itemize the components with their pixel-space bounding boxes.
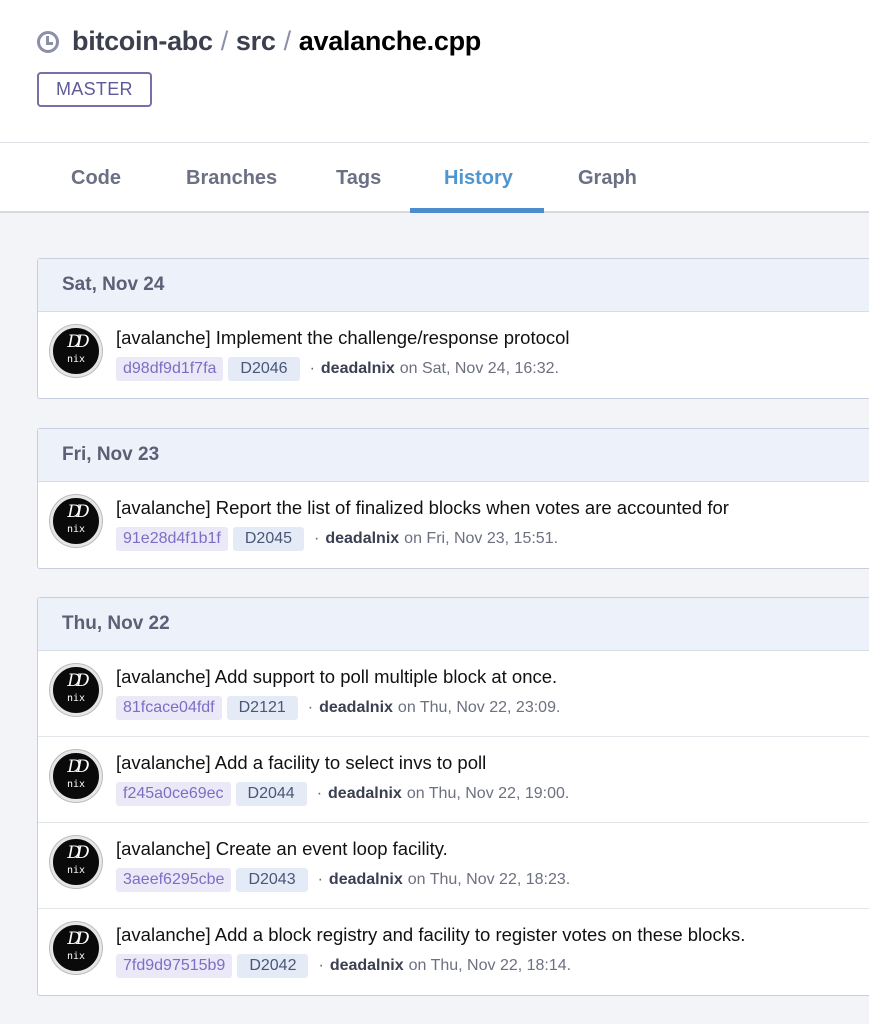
- avatar-monogram: DD: [67, 757, 89, 777]
- commit-row: DD nix [avalanche] Add a block registry an…: [38, 909, 869, 995]
- avatar-monogram: DD: [67, 332, 89, 352]
- revision-link[interactable]: D2043: [236, 868, 308, 892]
- author-link[interactable]: deadalnix: [328, 785, 402, 803]
- commit-row: DD nix [avalanche] Create an event loop fa…: [38, 823, 869, 909]
- author-link[interactable]: deadalnix: [319, 699, 393, 717]
- avatar[interactable]: DD nix: [50, 495, 102, 547]
- author-link[interactable]: deadalnix: [329, 871, 403, 889]
- avatar-label: nix: [66, 865, 86, 876]
- group-date: Sat, Nov 24: [62, 274, 165, 295]
- meta-separator: ·: [317, 871, 323, 888]
- commit-date: on Fri, Nov 23, 15:51.: [404, 530, 559, 547]
- commit-group: Thu, Nov 22 DD nix [avalanche] Add support …: [37, 597, 869, 996]
- commit-meta: 7fd9d97515b9 D2042 · deadalnix on Thu, Nov 2…: [116, 954, 571, 978]
- group-date: Thu, Nov 22: [62, 613, 170, 634]
- commit-date: on Thu, Nov 22, 18:14.: [408, 957, 572, 974]
- avatar-monogram: DD: [67, 671, 89, 691]
- history-clock-icon: [37, 30, 59, 53]
- page-header: bitcoin-abc / src / avalanche.cpp MASTER: [0, 0, 869, 143]
- repo-tabs: Code Branches Tags History Graph: [0, 143, 869, 213]
- commit-message[interactable]: [avalanche] Implement the challenge/resp…: [116, 327, 570, 349]
- commit-message[interactable]: [avalanche] Report the list of finalized…: [116, 497, 729, 519]
- commit-hash-link[interactable]: 91e28d4f1b1f: [116, 527, 228, 551]
- commit-row: DD nix [avalanche] Add a facility to selec…: [38, 737, 869, 823]
- commit-date: on Sat, Nov 24, 16:32.: [399, 360, 559, 377]
- avatar-monogram: DD: [67, 929, 89, 949]
- commit-date: on Thu, Nov 22, 19:00.: [406, 785, 570, 802]
- commit-meta: 3aeef6295cbe D2043 · deadalnix on Thu, Nov 2…: [116, 868, 570, 892]
- breadcrumb-separator: /: [220, 26, 229, 56]
- branch-button[interactable]: MASTER: [37, 72, 152, 107]
- commit-group: Fri, Nov 23 DD nix [avalanche] Report the l…: [37, 428, 869, 569]
- breadcrumb-separator: /: [283, 26, 292, 56]
- avatar[interactable]: DD nix: [50, 325, 102, 377]
- group-date-header: Sat, Nov 24: [38, 259, 869, 312]
- commit-hash-link[interactable]: d98df9d1f7fa: [116, 357, 224, 381]
- commit-row: DD nix [avalanche] Report the list of fina…: [38, 482, 869, 568]
- tab-graph[interactable]: Graph: [578, 167, 637, 190]
- meta-separator: ·: [318, 957, 324, 974]
- revision-link[interactable]: D2121: [226, 696, 298, 720]
- avatar[interactable]: DD nix: [50, 750, 102, 802]
- commit-message[interactable]: [avalanche] Add a block registry and fac…: [116, 924, 745, 946]
- author-link[interactable]: deadalnix: [330, 957, 404, 975]
- avatar-label: nix: [66, 779, 86, 790]
- commit-row: DD nix [avalanche] Implement the challenge…: [38, 312, 869, 398]
- commit-message[interactable]: [avalanche] Create an event loop facilit…: [116, 838, 448, 860]
- avatar[interactable]: DD nix: [50, 922, 102, 974]
- commit-hash-link[interactable]: 7fd9d97515b9: [116, 954, 233, 978]
- revision-link[interactable]: D2044: [235, 782, 307, 806]
- commit-date: on Thu, Nov 22, 18:23.: [407, 871, 571, 888]
- commit-meta: 91e28d4f1b1f D2045 · deadalnix on Fri, Nov 2…: [116, 527, 558, 551]
- group-date-header: Thu, Nov 22: [38, 598, 869, 651]
- revision-link[interactable]: D2046: [228, 357, 300, 381]
- tab-code[interactable]: Code: [71, 167, 121, 190]
- breadcrumb-file: avalanche.cpp: [298, 26, 481, 56]
- revision-link[interactable]: D2045: [232, 527, 305, 551]
- commit-meta: f245a0ce69ec D2044 · deadalnix on Thu, Nov 2…: [116, 782, 569, 806]
- author-link[interactable]: deadalnix: [325, 530, 399, 548]
- active-tab-indicator: [410, 208, 544, 213]
- commit-meta: 81fcace04fdf D2121 · deadalnix on Thu, Nov 2…: [116, 696, 560, 720]
- tab-history[interactable]: History: [444, 167, 513, 190]
- meta-separator: ·: [314, 530, 320, 547]
- avatar-label: nix: [66, 354, 86, 365]
- meta-separator: ·: [316, 785, 323, 802]
- group-date-header: Fri, Nov 23: [38, 429, 869, 482]
- tab-tags[interactable]: Tags: [336, 167, 381, 190]
- commit-hash-link[interactable]: f245a0ce69ec: [116, 782, 231, 806]
- commit-row: DD nix [avalanche] Add support to poll mul…: [38, 651, 869, 737]
- breadcrumb-dir[interactable]: src: [236, 26, 276, 57]
- breadcrumb: bitcoin-abc / src / avalanche.cpp: [37, 26, 481, 57]
- commit-meta: d98df9d1f7fa D2046 · deadalnix on Sat, Nov 2…: [116, 357, 559, 381]
- avatar-monogram: DD: [67, 502, 89, 522]
- avatar-monogram: DD: [67, 843, 89, 863]
- meta-separator: ·: [309, 360, 315, 377]
- commit-hash-link[interactable]: 3aeef6295cbe: [116, 868, 232, 892]
- tab-branches[interactable]: Branches: [186, 167, 277, 190]
- commit-message[interactable]: [avalanche] Add a facility to select inv…: [116, 752, 486, 774]
- commit-date: on Thu, Nov 22, 23:09.: [397, 699, 561, 716]
- commit-hash-link[interactable]: 81fcace04fdf: [116, 696, 222, 720]
- avatar-label: nix: [66, 693, 86, 704]
- avatar-label: nix: [66, 524, 86, 535]
- commit-message[interactable]: [avalanche] Add support to poll multiple…: [116, 666, 557, 688]
- author-link[interactable]: deadalnix: [321, 360, 395, 378]
- group-date: Fri, Nov 23: [62, 444, 160, 465]
- avatar[interactable]: DD nix: [50, 836, 102, 888]
- meta-separator: ·: [307, 699, 314, 716]
- avatar-label: nix: [66, 951, 86, 962]
- revision-link[interactable]: D2042: [237, 954, 309, 978]
- avatar[interactable]: DD nix: [50, 664, 102, 716]
- breadcrumb-repo[interactable]: bitcoin-abc: [72, 26, 213, 57]
- commit-group: Sat, Nov 24 DD nix [avalanche] Implement th…: [37, 258, 869, 399]
